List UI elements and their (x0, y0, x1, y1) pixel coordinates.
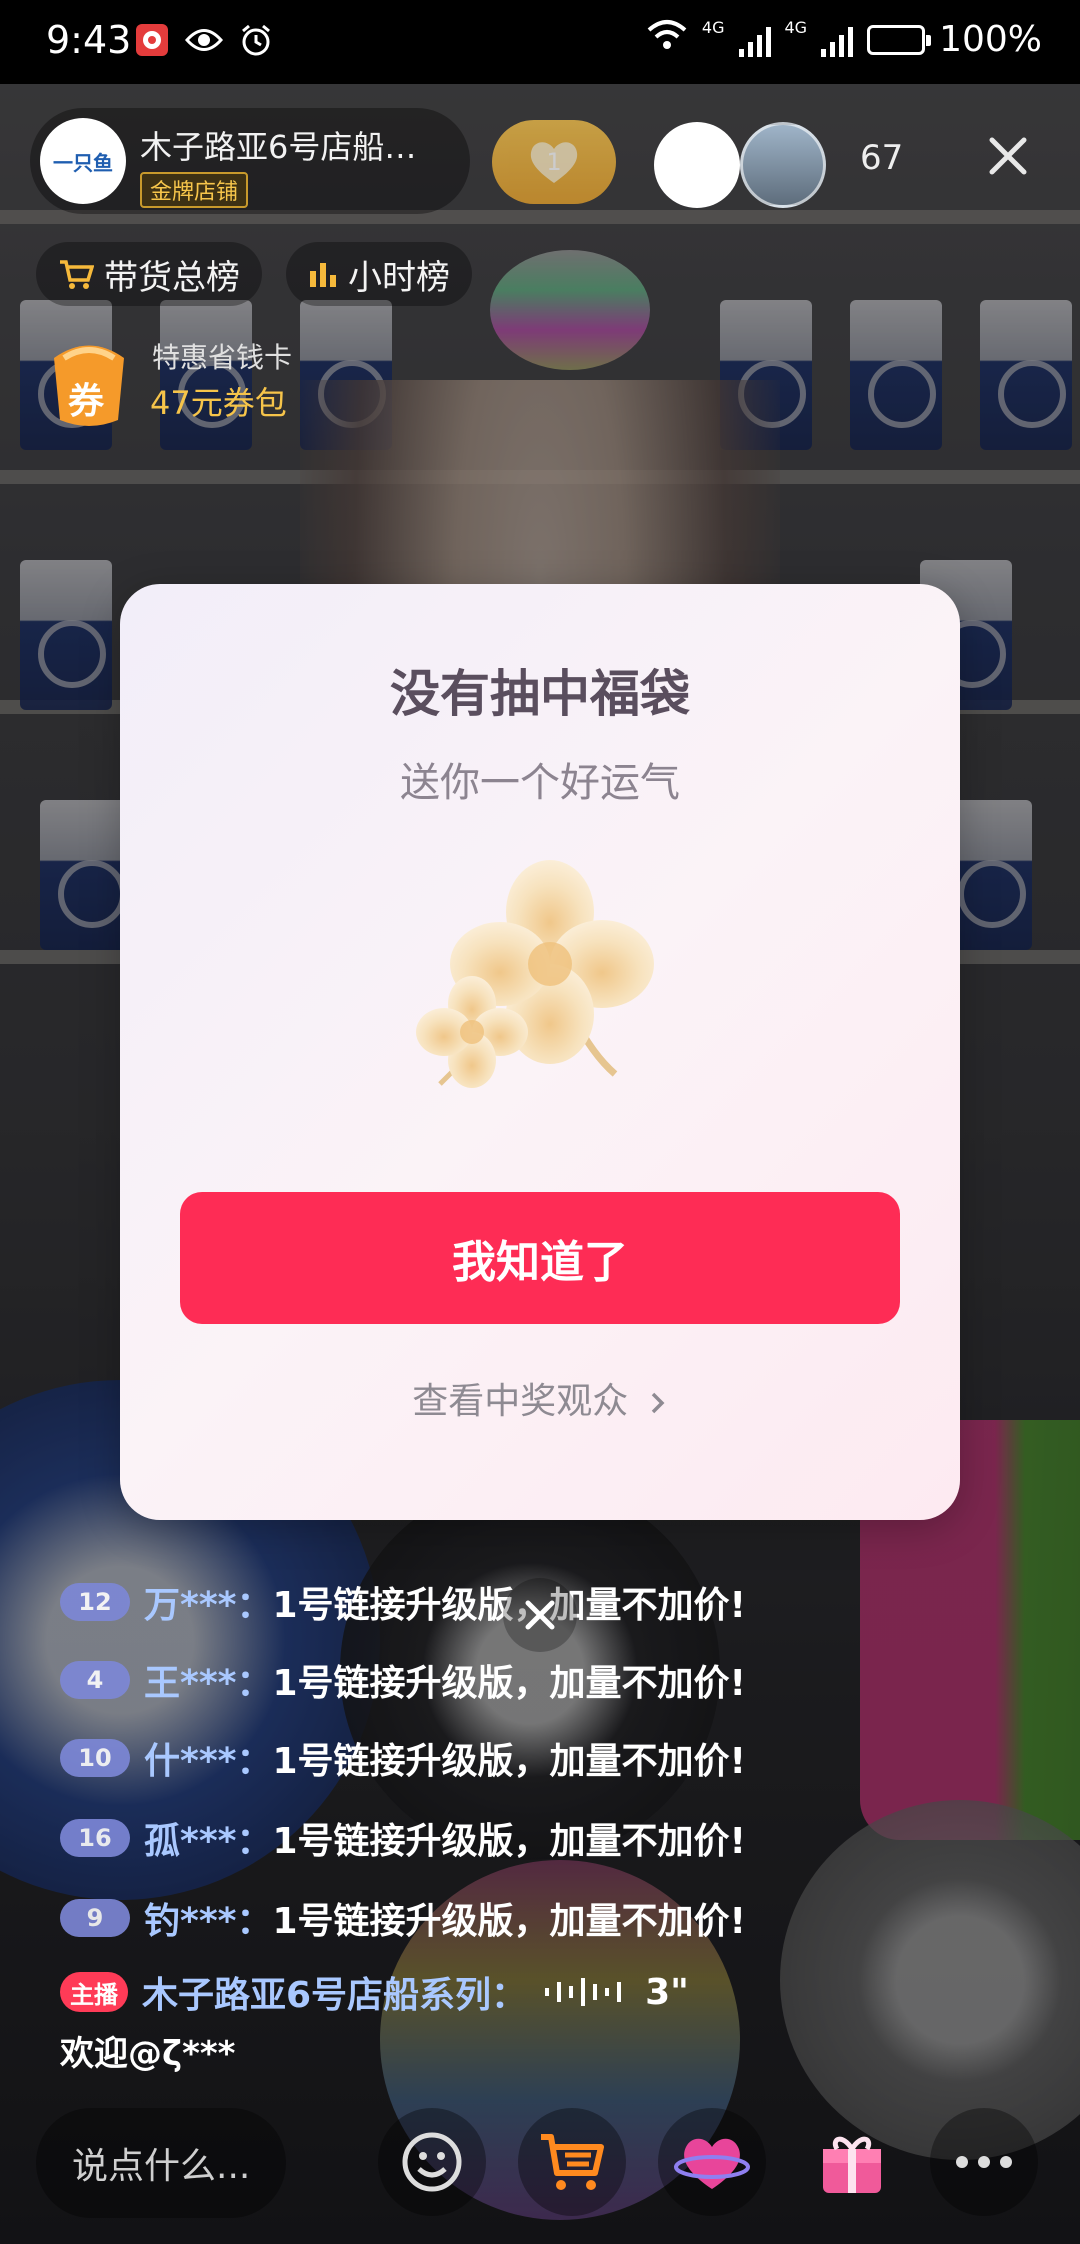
coupon-icon-text: 券 (68, 381, 105, 422)
status-bar: 9:43 4G 4G 100% (0, 0, 1080, 84)
host-comment-user[interactable]: 木子路亚6号店船系列： (142, 1966, 527, 2018)
comment-user[interactable]: 王***： (144, 1663, 272, 1704)
host-badge: 金牌店铺 (140, 172, 249, 208)
heart-count: 1 (546, 148, 562, 176)
voice-wave-icon[interactable] (541, 1974, 631, 2010)
shopping-cart-button[interactable] (518, 2108, 626, 2216)
comment-row: 10 什***：1号链接升级版，加量不加价! (60, 1728, 746, 1788)
comment-text: 1号链接升级版，加量不加价! (272, 1901, 746, 1942)
comment-row: 4 王***：1号链接升级版，加量不加价! (60, 1650, 746, 1710)
sales-rank-button[interactable]: 带货总榜 (36, 242, 262, 306)
wifi-icon (646, 18, 688, 61)
app-notification-icon (132, 20, 172, 60)
hour-rank-label: 小时榜 (348, 257, 450, 298)
top-viewer-avatar[interactable] (654, 122, 740, 208)
user-level-badge: 9 (60, 1899, 130, 1937)
close-icon (989, 137, 1027, 175)
network-type-2: 4G (784, 18, 808, 37)
emoji-button[interactable] (378, 2108, 486, 2216)
network-type-1: 4G (701, 18, 725, 37)
close-icon (525, 1600, 555, 1630)
comment-text: 1号链接升级版，加量不加价! (272, 1741, 746, 1782)
user-level-badge: 12 (60, 1583, 130, 1621)
eye-icon (184, 20, 224, 60)
viewer-count[interactable]: 67 (860, 138, 903, 178)
host-comment-row: 主播 木子路亚6号店船系列： 3" (60, 1962, 689, 2022)
sales-rank-label: 带货总榜 (104, 257, 240, 298)
comment-user[interactable]: 万***： (144, 1585, 272, 1626)
view-winners-label: 查看中奖观众 (412, 1381, 629, 1422)
gift-icon (823, 2136, 881, 2193)
comment-row: 9 钓***：1号链接升级版，加量不加价! (60, 1888, 746, 1948)
hour-rank-button[interactable]: 小时榜 (286, 242, 472, 306)
status-notification-icons (132, 20, 276, 60)
coupon-button[interactable]: 券 (34, 328, 144, 438)
top-viewer-avatar[interactable] (740, 122, 826, 208)
more-button[interactable] (930, 2108, 1038, 2216)
dialog-close-button[interactable] (503, 1578, 577, 1652)
four-leaf-clover-icon (416, 860, 654, 1088)
host-avatar[interactable]: 一只鱼 (40, 118, 126, 204)
dialog-subtitle: 送你一个好运气 (400, 760, 680, 806)
close-live-button[interactable] (984, 132, 1032, 180)
signal-icon (738, 23, 771, 57)
host-info-pill[interactable]: 一只鱼 木子路亚6号店船… 金牌店铺 (30, 108, 470, 214)
confirm-button[interactable]: 我知道了 (180, 1192, 900, 1324)
dialog-title: 没有抽中福袋 (390, 665, 690, 723)
more-icon (956, 2156, 1012, 2168)
comment-text: 1号链接升级版，加量不加价! (272, 1663, 746, 1704)
coupon-amount: 47元券包 (150, 384, 287, 422)
interaction-button[interactable] (658, 2108, 766, 2216)
battery-icon (867, 24, 932, 55)
user-level-badge: 16 (60, 1819, 130, 1857)
bar-chart-icon (310, 263, 336, 287)
coupon-title: 特惠省钱卡 (152, 341, 293, 374)
cart-icon (60, 260, 94, 289)
comment-user[interactable]: 什***： (144, 1741, 272, 1782)
gift-button[interactable] (798, 2108, 906, 2216)
lucky-bag-result-dialog: 没有抽中福袋 送你一个好运气 我知道了 查看中奖观众 (120, 584, 960, 1520)
smile-icon (402, 2132, 462, 2192)
alarm-icon (236, 20, 276, 60)
heart-planet-icon (674, 2138, 750, 2189)
chevron-right-icon (651, 1392, 665, 1414)
comment-user[interactable]: 孤***： (144, 1821, 272, 1862)
comment-user[interactable]: 钓***： (144, 1901, 272, 1942)
host-avatar-text: 一只鱼 (53, 150, 113, 175)
host-tag: 主播 (60, 1972, 128, 2012)
view-winners-link[interactable]: 查看中奖观众 (120, 1372, 960, 1424)
user-level-badge: 4 (60, 1661, 130, 1699)
comment-text: 1号链接升级版，加量不加价! (272, 1821, 746, 1862)
comment-row: 16 孤***：1号链接升级版，加量不加价! (60, 1808, 746, 1868)
user-level-badge: 10 (60, 1739, 130, 1777)
host-name: 木子路亚6号店船… (140, 128, 417, 166)
status-time: 9:43 (46, 18, 132, 62)
welcome-message: 欢迎@ζ*** (60, 2034, 236, 2074)
comment-input[interactable]: 说点什么... (36, 2108, 286, 2218)
battery-percent: 100% (939, 19, 1042, 60)
comment-row: 12 万***：1号链接升级版，加量不加价! (60, 1572, 746, 1632)
signal-icon (821, 23, 854, 57)
cart-icon (541, 2134, 604, 2190)
voice-duration: 3" (645, 1971, 689, 2013)
fan-club-button[interactable]: 1 (492, 120, 616, 204)
